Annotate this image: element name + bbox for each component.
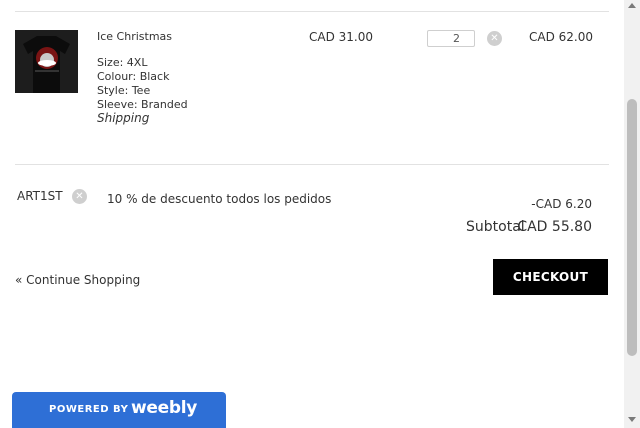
coupon-description: 10 % de descuento todos los pedidos [107,192,332,206]
subtotal-value: CAD 55.80 [517,219,592,235]
subtotal-label: Subtotal [466,219,525,235]
tshirt-image-icon [15,30,78,93]
remove-coupon-icon[interactable]: ✕ [72,189,87,204]
continue-shopping-link[interactable]: « Continue Shopping [15,273,140,287]
scrollbar-thumb[interactable] [627,99,637,356]
product-name[interactable]: Ice Christmas [97,30,172,43]
scroll-up-arrow-icon[interactable] [628,3,636,8]
remove-item-icon[interactable]: ✕ [487,31,502,46]
line-total: CAD 62.00 [529,30,593,44]
product-option-sleeve: Sleeve: Branded [97,98,188,111]
vertical-scrollbar[interactable] [624,0,640,428]
coupon-code: ART1ST [17,189,63,203]
product-thumbnail[interactable] [15,30,78,93]
divider-top [15,11,609,12]
cart-page: Ice Christmas Size: 4XL Colour: Black St… [0,0,624,428]
checkout-button[interactable]: CHECKOUT [493,259,608,295]
shipping-label: Shipping [97,111,150,125]
unit-price: CAD 31.00 [309,30,373,44]
weebly-logo: weebly [131,398,198,418]
product-option-size: Size: 4XL [97,56,148,69]
powered-by-text: POWERED BY [49,404,129,415]
powered-by-weebly-badge[interactable]: POWERED BY weebly [12,392,226,428]
scroll-down-arrow-icon[interactable] [628,417,636,422]
product-option-style: Style: Tee [97,84,151,97]
product-option-colour: Colour: Black [97,70,170,83]
divider-middle [15,164,609,165]
discount-amount: -CAD 6.20 [531,197,592,211]
quantity-input[interactable]: 2 [427,30,475,47]
